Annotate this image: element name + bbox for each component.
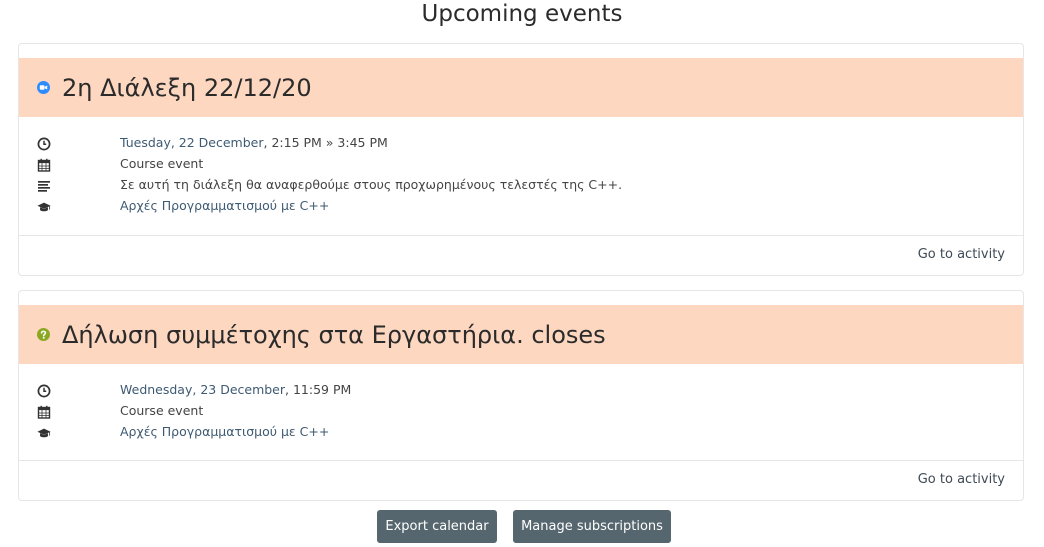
event-description: Σε αυτή τη διάλεξη θα αναφερθούμε στους … [120,177,623,192]
event-type-row: Course event [19,154,1023,175]
event-course-row: Αρχές Προγραμματισμού με C++ [19,196,1023,217]
calendar-icon [37,158,51,172]
event-time: , 2:15 PM » 3:45 PM [263,135,388,150]
event-details: Tuesday, 22 December, 2:15 PM » 3:45 PM … [19,117,1023,217]
event-footer: Go to activity [19,235,1023,276]
event-description-row: Σε αυτή τη διάλεξη θα αναφερθούμε στους … [19,175,1023,196]
video-meeting-icon [37,81,50,94]
event-course-link[interactable]: Αρχές Προγραμματισμού με C++ [120,198,329,213]
event-name: Δήλωση συμμέτοχης στα Εργαστήρια. closes [62,320,606,349]
go-to-activity-link[interactable]: Go to activity [918,247,1005,262]
event-course-link[interactable]: Αρχές Προγραμματισμού με C++ [120,424,329,439]
event-date-row: Tuesday, 22 December, 2:15 PM » 3:45 PM [19,133,1023,154]
graduation-cap-icon [37,202,51,212]
event-date-link[interactable]: Tuesday, 22 December [120,135,264,150]
event-footer: Go to activity [19,460,1023,501]
description-lines-icon [38,181,50,192]
event-name: 2η Διάλεξη 22/12/20 [62,73,312,102]
event-time: , 11:59 PM [285,382,352,397]
event-type: Course event [120,156,204,171]
calendar-icon [37,405,51,419]
event-date-row: Wednesday, 23 December, 11:59 PM [19,380,1023,401]
page-title: Upcoming events [421,1,623,27]
export-calendar-button[interactable]: Export calendar [377,510,497,543]
event-type: Course event [120,403,204,418]
go-to-activity-link[interactable]: Go to activity [918,472,1005,487]
event-card: Δήλωση συμμέτοχης στα Εργαστήρια. closes… [18,290,1024,501]
manage-subscriptions-button[interactable]: Manage subscriptions [513,510,671,543]
event-course-row: Αρχές Προγραμματισμού με C++ [19,422,1023,443]
choice-question-icon [37,328,50,341]
graduation-cap-icon [37,428,51,438]
clock-icon [37,384,51,398]
event-details: Wednesday, 23 December, 11:59 PM Course … [19,364,1023,443]
event-header: 2η Διάλεξη 22/12/20 [19,58,1023,117]
event-date-link[interactable]: Wednesday, 23 December [120,382,285,397]
event-type-row: Course event [19,401,1023,422]
event-header: Δήλωση συμμέτοχης στα Εργαστήρια. closes [19,305,1023,364]
event-card: 2η Διάλεξη 22/12/20 Tuesday, 22 December… [18,43,1024,276]
clock-icon [37,137,51,151]
